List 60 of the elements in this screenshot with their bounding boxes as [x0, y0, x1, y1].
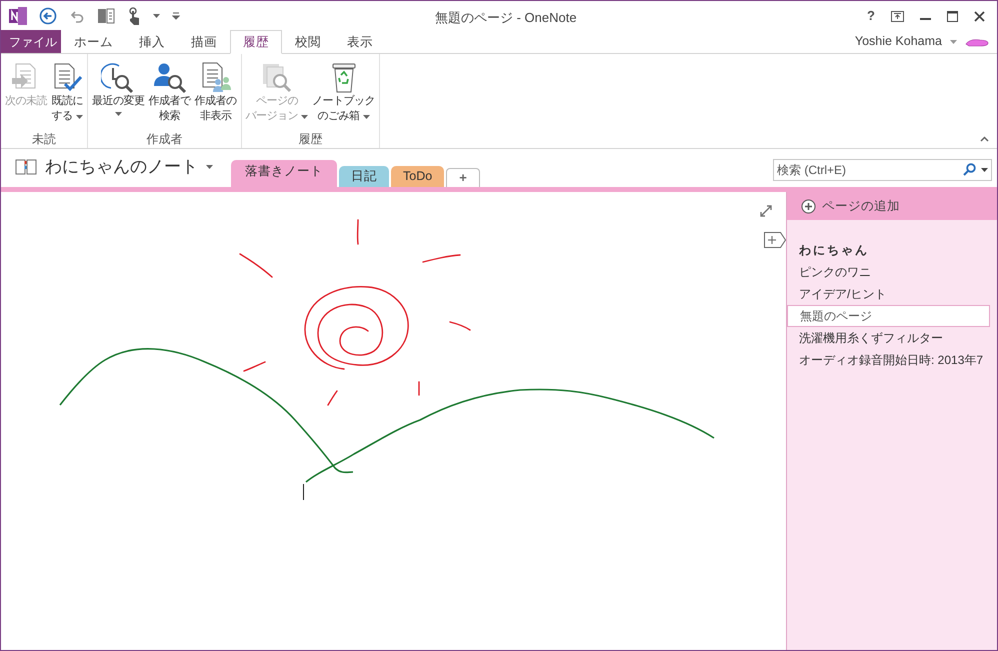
- page-item[interactable]: わにちゃん: [787, 239, 997, 261]
- help-button[interactable]: ?: [867, 6, 875, 26]
- section-tab[interactable]: 落書きノート: [231, 160, 337, 187]
- caret-icon: [950, 40, 957, 44]
- caret-icon: [301, 114, 308, 118]
- ribbon-tab[interactable]: 履歴: [230, 30, 282, 54]
- ribbon-button[interactable]: ノートブック のごみ箱: [311, 59, 376, 130]
- collapse-ribbon-icon[interactable]: [980, 136, 989, 142]
- dock-icon[interactable]: [97, 8, 115, 24]
- caret-icon: [206, 165, 213, 169]
- ribbon-button[interactable]: 最近の変更: [91, 59, 146, 130]
- search-icon[interactable]: [963, 163, 976, 176]
- add-page-button[interactable]: ページの追加: [787, 192, 997, 220]
- insert-space-icon[interactable]: [764, 232, 786, 248]
- window-title: 無題のページ - OneNote: [435, 9, 577, 27]
- ribbon-tab[interactable]: ホーム: [61, 30, 126, 54]
- expand-icon[interactable]: [760, 205, 772, 217]
- crocodile-avatar-icon: [965, 36, 989, 46]
- ribbon-tab[interactable]: 表示: [334, 30, 386, 54]
- page-item[interactable]: アイデア/ヒント: [787, 283, 997, 305]
- customize-icon[interactable]: [172, 12, 180, 20]
- page-item[interactable]: オーディオ録音開始日時: 2013年7: [787, 349, 997, 371]
- maximize-icon[interactable]: [947, 10, 958, 22]
- caret-icon: [76, 114, 82, 118]
- onenote-logo-icon: [9, 7, 27, 25]
- notebook-icon: [15, 159, 37, 175]
- pages-magnifier-icon: [260, 62, 293, 94]
- add-section-tab[interactable]: +: [446, 168, 480, 187]
- group-label: 未読: [32, 131, 56, 148]
- page-item[interactable]: ピンクのワニ: [787, 261, 997, 283]
- ribbon-tab[interactable]: 描画: [178, 30, 230, 54]
- ribbon-tab[interactable]: 挿入: [126, 30, 178, 54]
- user-name[interactable]: Yoshie Kohama: [854, 32, 942, 51]
- recycle-bin-icon: [330, 62, 358, 94]
- ribbon-display-icon[interactable]: [891, 10, 904, 22]
- section-tab[interactable]: ToDo: [391, 166, 444, 187]
- notebook-name[interactable]: わにちゃんのノート: [45, 154, 198, 180]
- caret-icon: [981, 168, 988, 172]
- ribbon-button[interactable]: 作成者の 非表示: [194, 59, 238, 130]
- text-cursor: [303, 484, 304, 500]
- ribbon-tab[interactable]: 校閲: [282, 30, 334, 54]
- touch-icon[interactable]: [127, 7, 141, 25]
- group-label: 履歴: [298, 131, 322, 148]
- page-item[interactable]: 無題のページ: [787, 305, 990, 327]
- document-people-icon: [200, 62, 232, 94]
- caret-icon: [153, 14, 160, 18]
- section-tab[interactable]: 日記: [339, 166, 389, 187]
- caret-icon: [362, 114, 370, 118]
- close-icon[interactable]: [974, 10, 985, 22]
- add-icon: [801, 198, 816, 214]
- ribbon-button[interactable]: 既読に する: [50, 59, 84, 130]
- ribbon-button[interactable]: 作成者で 検索: [148, 59, 192, 130]
- back-icon[interactable]: [39, 7, 57, 25]
- search-field[interactable]: 検索 (Ctrl+E): [773, 159, 992, 181]
- file-tab[interactable]: ファイル: [1, 30, 61, 53]
- clock-magnifier-icon: [101, 62, 136, 94]
- group-label: 作成者: [146, 131, 182, 148]
- page-item[interactable]: 洗濯機用糸くずフィルター: [787, 327, 997, 349]
- person-magnifier-icon: [152, 62, 186, 94]
- caret-icon: [114, 112, 122, 116]
